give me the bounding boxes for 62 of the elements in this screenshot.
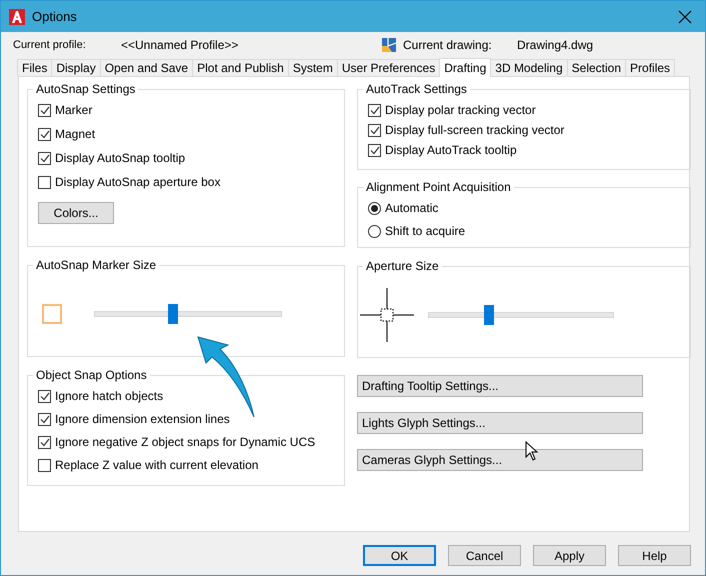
tab[interactable]: Profiles [625,59,676,76]
tab[interactable]: Drafting [439,58,492,77]
checkbox[interactable] [368,104,381,116]
dialog-button[interactable]: Help [618,545,691,566]
checkbox-label: Display AutoTrack tooltip [385,143,517,157]
drawing-label: Current drawing: [403,38,493,52]
tab[interactable]: Open and Save [100,59,194,76]
app-logo-icon [9,8,25,24]
checkbox[interactable] [38,390,51,402]
group-title: Object Snap Options [33,368,150,382]
drawing-name: Drawing4.dwg [517,38,594,52]
tab[interactable]: 3D Modeling [490,59,568,76]
group-title: AutoSnap Marker Size [33,258,160,272]
radio-label: Automatic [385,201,438,215]
group-title: AutoSnap Settings [33,82,138,96]
checkbox[interactable] [38,128,51,140]
checkbox[interactable] [38,412,51,426]
dialog-button[interactable]: Apply [533,545,606,566]
checkbox-label: Ignore dimension extension lines [55,412,230,426]
aperture-crosshair-icon [360,288,414,342]
group-title: AutoTrack Settings [363,82,470,96]
colors-button[interactable]: Colors... [38,202,114,224]
checkbox-label: Display AutoSnap tooltip [55,151,186,165]
checkbox-label: Display full-screen tracking vector [385,123,564,137]
radio-button[interactable] [368,202,381,214]
checkbox[interactable] [368,144,381,156]
tab[interactable]: System [288,59,338,76]
tab[interactable]: Display [51,59,101,76]
checkbox-label: Display AutoSnap aperture box [55,175,220,189]
tab[interactable]: Files [17,59,52,76]
radio-label: Shift to acquire [385,224,466,238]
checkbox[interactable] [368,124,381,136]
marker-preview-icon [42,304,62,324]
mouse-cursor-icon [525,441,538,461]
checkbox[interactable] [38,104,51,116]
settings-button[interactable]: Cameras Glyph Settings... [357,449,643,471]
checkbox[interactable] [38,458,51,472]
checkbox-label: Magnet [55,127,96,141]
checkbox[interactable] [38,176,51,188]
slider-thumb[interactable] [484,305,494,325]
close-icon[interactable] [677,8,693,24]
dialog-button[interactable]: OK [363,545,436,566]
dialog-button[interactable]: Cancel [448,545,521,566]
group-title: Alignment Point Acquisition [363,180,514,194]
checkbox-label: Replace Z value with current elevation [55,458,258,472]
group-title: Aperture Size [363,259,442,273]
settings-button[interactable]: Drafting Tooltip Settings... [357,375,643,397]
profile-label: Current profile: [13,39,87,51]
checkbox-label: Display polar tracking vector [385,103,536,117]
window-title: Options [32,9,77,24]
slider-thumb[interactable] [168,304,178,324]
checkbox[interactable] [38,436,51,448]
slider[interactable] [428,305,614,325]
profile-name: <<Unnamed Profile>> [121,38,240,52]
drawing-icon [381,37,397,53]
slider[interactable] [94,304,282,324]
checkbox-label: Marker [55,103,92,117]
checkbox[interactable] [38,152,51,164]
settings-button[interactable]: Lights Glyph Settings... [357,412,643,434]
checkbox-label: Ignore negative Z object snaps for Dynamic UCS [55,435,316,449]
checkbox-label: Ignore hatch objects [55,389,164,403]
radio-button[interactable] [368,224,381,238]
